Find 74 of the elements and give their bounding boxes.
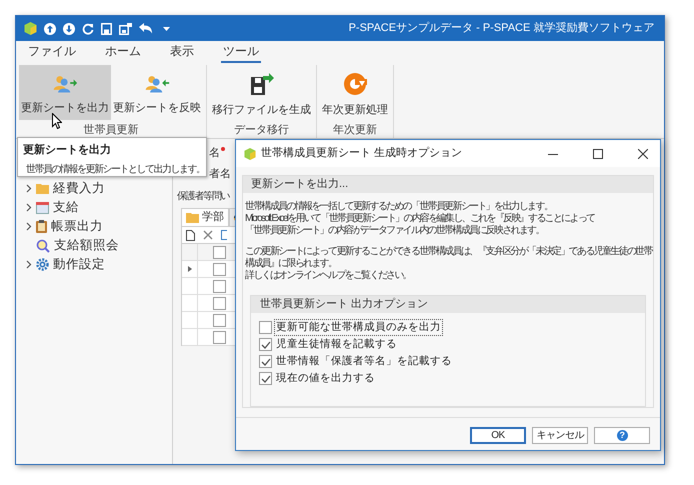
close-icon[interactable]: [638, 148, 648, 158]
ribbon-button[interactable]: 更新シートを反映: [111, 65, 203, 120]
field-label: 名: [209, 146, 220, 161]
chevron-right-icon[interactable]: [26, 222, 32, 231]
checkbox[interactable]: [213, 296, 226, 310]
ribbon-group-label: 年次更新: [332, 122, 378, 138]
save-icon[interactable]: [101, 22, 112, 34]
ok-button[interactable]: OK: [470, 427, 526, 444]
magnifier-icon: [36, 238, 50, 252]
description-text: 世帯構成員の情報を一括して更新するための「世帯員更新シート」を出力します。: [245, 201, 554, 212]
menu-tab[interactable]: ツール: [221, 42, 261, 63]
ribbon-button[interactable]: 更新シートを出力: [19, 65, 111, 120]
cancel-button[interactable]: キャンセル: [532, 427, 588, 444]
save-as-icon[interactable]: [119, 22, 132, 34]
checkbox[interactable]: [213, 246, 226, 258]
up-arrow-icon[interactable]: [44, 22, 56, 34]
description-text: この更新シートによって更新することができる世帯構成員は、『支弁区分が「未決定」である児童生徒の世帯: [245, 246, 651, 258]
tree-item[interactable]: 支給: [53, 198, 79, 217]
menu-tab[interactable]: 表示: [168, 42, 196, 63]
group-header: 世帯員更新シート 出力オプション: [251, 296, 645, 313]
option-label[interactable]: 児童生徒情報を記載する: [274, 336, 399, 354]
folder-icon: [186, 212, 199, 223]
clipboard-icon: [36, 220, 47, 233]
option-label[interactable]: 世帯情報「保護者等名」を記載する: [274, 352, 454, 370]
description-text: Microsoft Excelを用いて「世帯員更新シート」の内容を編集し、これを『反映』することによって: [245, 213, 596, 224]
undo-icon[interactable]: [139, 23, 152, 34]
ribbon-group-label: データ移行: [233, 123, 290, 138]
cube-icon: [244, 148, 256, 160]
ribbon-button[interactable]: 年次更新処理: [320, 65, 390, 120]
new-document-icon[interactable]: [186, 230, 195, 240]
ribbon-button[interactable]: 移行ファイルを生成: [210, 65, 313, 120]
dialog-title: 世帯構成員更新シート 生成時オプション: [261, 146, 464, 162]
refresh-icon: [342, 71, 368, 97]
tree-item[interactable]: 支給額照会: [54, 236, 119, 255]
gear-icon: [36, 258, 49, 271]
tree-item[interactable]: 帳票出力: [51, 217, 103, 236]
ribbon-group-label: 世帯員更新: [82, 122, 140, 138]
help-button[interactable]: ?: [594, 427, 650, 444]
tree-item[interactable]: 動作設定: [53, 255, 105, 274]
folder-icon: [36, 183, 49, 194]
option-label[interactable]: 更新可能な世帯構成員のみを出力: [274, 318, 443, 336]
chevron-right-icon[interactable]: [26, 203, 32, 212]
section-label: 保護者等問い: [177, 190, 230, 204]
dropdown-caret-icon[interactable]: [163, 26, 170, 30]
checkbox[interactable]: [213, 330, 226, 344]
menu-tab[interactable]: ホーム: [103, 42, 143, 63]
mouse-cursor-icon: [52, 113, 62, 129]
save-arrow-icon: [248, 71, 274, 97]
checkbox[interactable]: [213, 262, 226, 276]
delete-icon[interactable]: [203, 230, 213, 240]
down-arrow-icon[interactable]: [63, 22, 75, 34]
chevron-right-icon[interactable]: [26, 260, 32, 269]
chevron-right-icon[interactable]: [26, 184, 32, 193]
checkbox[interactable]: [259, 321, 272, 334]
checkbox[interactable]: [213, 314, 226, 326]
option-label[interactable]: 現在の値を出力する: [274, 370, 377, 388]
checkbox[interactable]: [259, 338, 272, 351]
tooltip-text: 世帯員の情報を更新シートとして出力します。: [25, 162, 204, 176]
checkbox[interactable]: [259, 372, 272, 385]
field-label: 者名: [209, 167, 231, 182]
tooltip-title: 更新シートを出力: [23, 142, 111, 158]
cube-icon: [24, 22, 37, 35]
tree-item[interactable]: 経費入力: [53, 179, 105, 198]
refresh-icon[interactable]: [82, 22, 94, 34]
section-header: 更新シートを出力...: [243, 176, 653, 193]
menu-tab[interactable]: ファイル: [26, 42, 78, 63]
description-text: 詳しくはオンラインヘルプをご覧ください。: [245, 270, 412, 282]
maximize-icon[interactable]: [593, 148, 603, 158]
checkbox[interactable]: [259, 355, 272, 368]
window-title: P-SPACEサンプルデータ - P-SPACE 就学奨励費ソフトウェア: [348, 20, 654, 36]
description-text: 「世帯員更新シート」の内容がデータファイル内の世帯構成員に反映されます。: [245, 225, 545, 237]
description-text: 構成員』に限られます。: [245, 258, 338, 270]
checkbox[interactable]: [213, 280, 226, 292]
tab[interactable]: 学部: [181, 208, 229, 226]
